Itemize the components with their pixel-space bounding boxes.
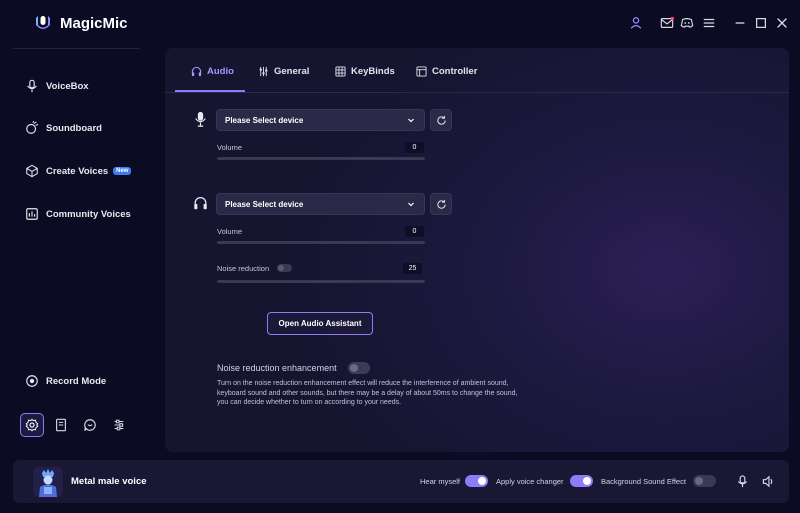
controller-icon [416,65,427,77]
tab-controller[interactable]: Controller [416,64,477,78]
output-volume-label: Volume [217,227,243,236]
background-sound-effect-label: Background Sound Effect [601,477,686,486]
sidebar-item-label: Community Voices [46,208,131,220]
noise-enhancement-description: Turn on the noise reduction enhancement … [217,380,518,406]
tab-label: KeyBinds [351,65,395,77]
noise-reduction-toggle[interactable] [277,264,292,272]
chat-icon[interactable] [78,413,102,437]
book-icon[interactable] [49,413,73,437]
close-icon[interactable] [774,15,790,31]
input-volume-value[interactable]: 0 [405,142,424,153]
title-bar: MagicMic [0,0,800,48]
app-title: MagicMic [60,15,128,32]
input-volume-slider[interactable] [217,157,425,160]
tab-label: General [274,65,310,77]
microphone-icon [192,110,208,128]
settings-icon[interactable] [20,413,44,437]
input-volume-label: Volume [217,143,243,152]
headphones-icon [192,194,208,212]
current-voice-name: Metal male voice [71,476,147,487]
apply-voice-changer-label: Apply voice changer [496,477,564,486]
tab-keybinds[interactable]: KeyBinds [335,64,395,78]
background-sound-effect-toggle[interactable] [693,475,716,487]
microphone-icon [24,78,40,94]
soundboard-icon [24,120,40,136]
cube-icon [24,163,40,179]
chevron-down-icon [408,202,414,207]
sliders-icon[interactable] [107,413,131,437]
minimize-icon[interactable] [732,15,748,31]
input-device-value: Please Select device [225,115,304,125]
user-icon[interactable] [628,15,644,31]
output-volume-slider[interactable] [217,241,425,244]
maximize-icon[interactable] [753,15,769,31]
input-refresh-button[interactable] [430,109,452,131]
mail-icon[interactable] [659,15,675,31]
input-device-select[interactable]: Please Select device [216,109,425,131]
sidebar-item-community-voices[interactable]: Community Voices [24,203,131,225]
sidebar-item-label: VoiceBox [46,80,89,92]
sidebar-item-create-voices[interactable]: Create Voices New [24,160,132,182]
new-badge: New [113,167,132,175]
sliders-icon [259,66,268,76]
sidebar-item-label: Create Voices [46,165,109,177]
output-device-value: Please Select device [225,199,304,209]
keyboard-icon [335,65,346,77]
sidebar-divider [13,48,140,49]
discord-icon[interactable] [679,15,695,31]
noise-reduction-value[interactable]: 25 [403,263,422,274]
sidebar-item-label: Soundboard [46,122,102,134]
sidebar-item-label: Record Mode [46,375,107,387]
community-icon [24,206,40,222]
settings-panel: Audio General KeyBinds Controller Please… [165,48,789,452]
voice-avatar[interactable] [33,467,63,497]
microphone-icon[interactable] [735,474,749,488]
hear-myself-label: Hear myself [420,477,461,486]
tab-audio[interactable]: Audio [191,64,234,78]
sidebar-item-voicebox[interactable]: VoiceBox [24,75,89,97]
refresh-icon [436,199,446,209]
headphones-icon [191,66,202,76]
output-refresh-button[interactable] [430,193,452,215]
tab-bar: Audio General KeyBinds Controller [165,48,789,93]
bottom-bar: Metal male voice Hear myself Apply voice… [13,460,789,503]
refresh-icon [436,115,446,125]
apply-voice-changer-toggle[interactable] [570,475,593,487]
chevron-down-icon [408,118,414,123]
sidebar-item-record-mode[interactable]: Record Mode [24,370,106,392]
speaker-icon[interactable] [761,474,775,488]
sidebar-item-soundboard[interactable]: Soundboard [24,117,102,139]
active-tab-indicator [175,90,245,92]
sidebar-bottom-icons [20,413,131,437]
menu-icon[interactable] [701,15,717,31]
noise-reduction-label: Noise reduction [217,264,270,273]
tab-label: Controller [432,65,478,77]
output-volume-value[interactable]: 0 [405,226,424,237]
tab-general[interactable]: General [258,64,309,78]
output-device-select[interactable]: Please Select device [216,193,425,215]
noise-enhancement-toggle[interactable] [348,362,370,374]
tab-label: Audio [207,65,234,77]
magicmic-logo-icon [33,13,53,33]
record-icon [24,373,40,389]
hear-myself-toggle[interactable] [465,475,488,487]
noise-reduction-slider[interactable] [217,280,425,283]
noise-enhancement-title: Noise reduction enhancement [217,363,337,373]
open-audio-assistant-button[interactable]: Open Audio Assistant [267,312,373,335]
